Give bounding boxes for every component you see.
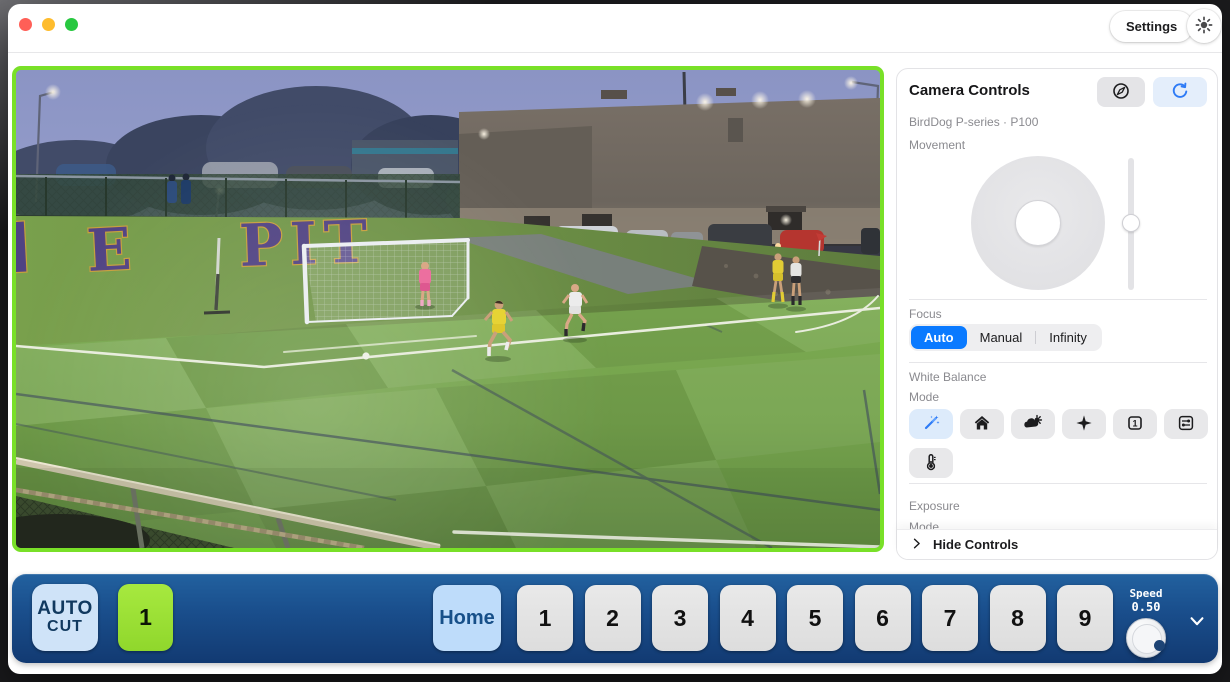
zoom-button[interactable] [65,18,78,31]
chevron-right-icon [910,537,923,553]
home-preset-button[interactable]: Home [433,585,501,651]
app-window: Settings [8,4,1222,674]
one-push-icon: 1 [1125,413,1145,436]
preset-button-4[interactable]: 4 [720,585,776,651]
preset-button-1[interactable]: 1 [517,585,573,651]
panel-title: Camera Controls [909,82,1030,99]
zoom-slider-thumb[interactable] [1122,214,1140,232]
close-button[interactable] [19,18,32,31]
outdoor-cloud-sun-icon [1022,413,1044,436]
focus-segmented-control: Auto Manual Infinity [909,324,1102,351]
movement-label: Movement [909,138,965,152]
wb-one-push-button[interactable]: 1 [1113,409,1157,439]
preset-button-6[interactable]: 6 [855,585,911,651]
preset-button-3[interactable]: 3 [652,585,708,651]
speed-label: Speed [1116,587,1176,600]
divider [909,483,1207,484]
titlebar-separator [8,52,1222,53]
goal [304,240,468,322]
video-scene: E PIT [16,70,880,548]
preset-button-8[interactable]: 8 [990,585,1046,651]
manual-sliders-icon [1176,413,1196,436]
auto-cut-line1: AUTO [37,599,92,619]
wb-color-temp-button[interactable] [909,448,953,478]
refresh-icon [1170,81,1190,104]
window-controls [19,18,78,31]
preset-control-bar: AUTO CUT 1 Home 1 2 3 4 5 6 7 8 9 Speed … [12,574,1218,663]
wb-manual-button[interactable] [1164,409,1208,439]
indoor-house-icon [972,413,992,436]
white-balance-label: White Balance [909,370,986,384]
theme-toggle-button[interactable] [1187,9,1221,43]
divider [909,299,1207,300]
sparkle-icon [1074,413,1094,436]
program-camera-button[interactable]: 1 [118,584,173,651]
focus-infinity-button[interactable]: Infinity [1036,326,1100,349]
camera-controls-panel: Camera Controls BirdDog P-series · P100 … [896,68,1218,560]
wb-indoor-button[interactable] [960,409,1004,439]
focus-label: Focus [909,307,942,321]
wb-one-push-trigger-button[interactable] [1062,409,1106,439]
minimize-button[interactable] [42,18,55,31]
joystick-knob[interactable] [1015,200,1061,246]
focus-auto-button[interactable]: Auto [911,326,967,349]
exposure-label: Exposure [909,499,960,513]
divider [909,362,1207,363]
wb-mode-label: Mode [909,390,939,404]
chevron-down-icon [1188,612,1206,633]
speed-value: 0.50 [1116,600,1176,614]
sun-icon [1194,15,1214,38]
wb-auto-button[interactable] [909,409,953,439]
preset-button-2[interactable]: 2 [585,585,641,651]
device-label: BirdDog P-series · P100 [909,115,1038,129]
preset-button-5[interactable]: 5 [787,585,843,651]
color-temp-thermometer-icon [921,452,941,475]
preset-button-7[interactable]: 7 [922,585,978,651]
auto-cut-line2: CUT [47,619,83,636]
refresh-button[interactable] [1153,77,1207,107]
wb-outdoor-button[interactable] [1011,409,1055,439]
video-preview[interactable]: E PIT [12,66,884,552]
compass-icon [1111,81,1131,104]
preset-button-9[interactable]: 9 [1057,585,1113,651]
focus-manual-button[interactable]: Manual [967,326,1036,349]
speed-knob-indicator [1154,640,1165,651]
speed-knob[interactable] [1126,618,1166,658]
hide-controls-button[interactable]: Hide Controls [897,529,1217,559]
compass-button[interactable] [1097,77,1145,107]
auto-wand-icon [921,413,941,436]
one-push-glyph: 1 [1132,418,1137,428]
auto-cut-button[interactable]: AUTO CUT [32,584,98,651]
collapse-bar-button[interactable] [1186,611,1208,633]
hide-controls-label: Hide Controls [933,537,1018,552]
ptz-joystick[interactable] [971,156,1105,290]
settings-button[interactable]: Settings [1110,11,1193,42]
